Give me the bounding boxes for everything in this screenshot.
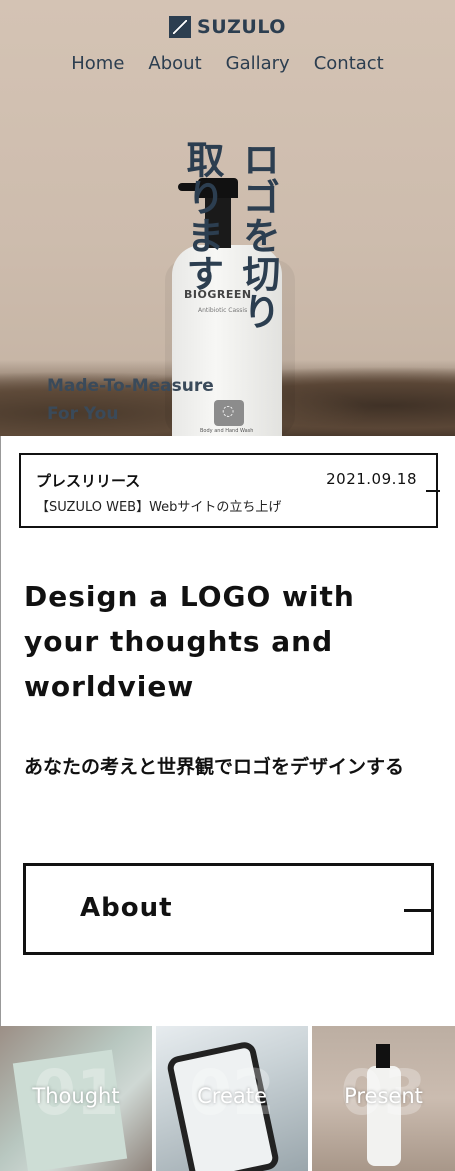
nav-gallary[interactable]: Gallary xyxy=(226,53,290,74)
left-rule-divider xyxy=(0,436,1,1026)
hero-subtitle-line2: For You xyxy=(47,404,119,424)
hero-tagline: ロゴを切り 取ります xyxy=(180,140,280,330)
nav-contact[interactable]: Contact xyxy=(314,53,384,74)
press-release-card[interactable]: プレスリリース 2021.09.18 【SUZULO WEB】Webサイトの立ち… xyxy=(19,453,440,528)
hero-section: SUZULO Home About Gallary Contact BIOGRE… xyxy=(0,0,455,436)
brand[interactable]: SUZULO xyxy=(0,16,455,38)
design-subtitle: あなたの考えと世界観でロゴをデザインする xyxy=(24,756,405,778)
press-text: 【SUZULO WEB】Webサイトの立ち上げ xyxy=(36,500,282,515)
hero-subtitle-line1: Made-To-Measure xyxy=(47,376,214,396)
about-button-label: About xyxy=(80,893,173,923)
feature-cards: 01 Thought 02 Create 03 Present xyxy=(0,1026,455,1171)
nav-about[interactable]: About xyxy=(148,53,201,74)
nav-home[interactable]: Home xyxy=(71,53,124,74)
bottle-label-text: Body and Hand Wash xyxy=(200,428,254,434)
main-nav: Home About Gallary Contact xyxy=(0,53,455,74)
card-label: Thought xyxy=(32,1084,120,1108)
press-title: プレスリリース xyxy=(36,472,141,490)
design-headline: Design a LOGO with your thoughts and wor… xyxy=(24,580,355,703)
press-arrow-icon xyxy=(426,490,440,492)
about-arrow-icon xyxy=(404,909,434,912)
brand-logo-icon xyxy=(169,16,192,38)
brand-name: SUZULO xyxy=(197,16,286,38)
hero-subtitle: Made-To-Measure For You xyxy=(47,372,214,428)
card-present[interactable]: 03 Present xyxy=(312,1026,455,1171)
card-label: Create xyxy=(197,1084,267,1108)
press-date: 2021.09.18 xyxy=(326,470,417,488)
card-thought[interactable]: 01 Thought xyxy=(0,1026,152,1171)
about-button[interactable]: About xyxy=(23,863,434,955)
bottle-logo-icon xyxy=(214,400,244,426)
tagline-left: 取ります xyxy=(180,140,224,292)
card-create[interactable]: 02 Create xyxy=(156,1026,308,1171)
tagline-right: ロゴを切り xyxy=(236,140,280,330)
card-label: Present xyxy=(344,1084,423,1108)
